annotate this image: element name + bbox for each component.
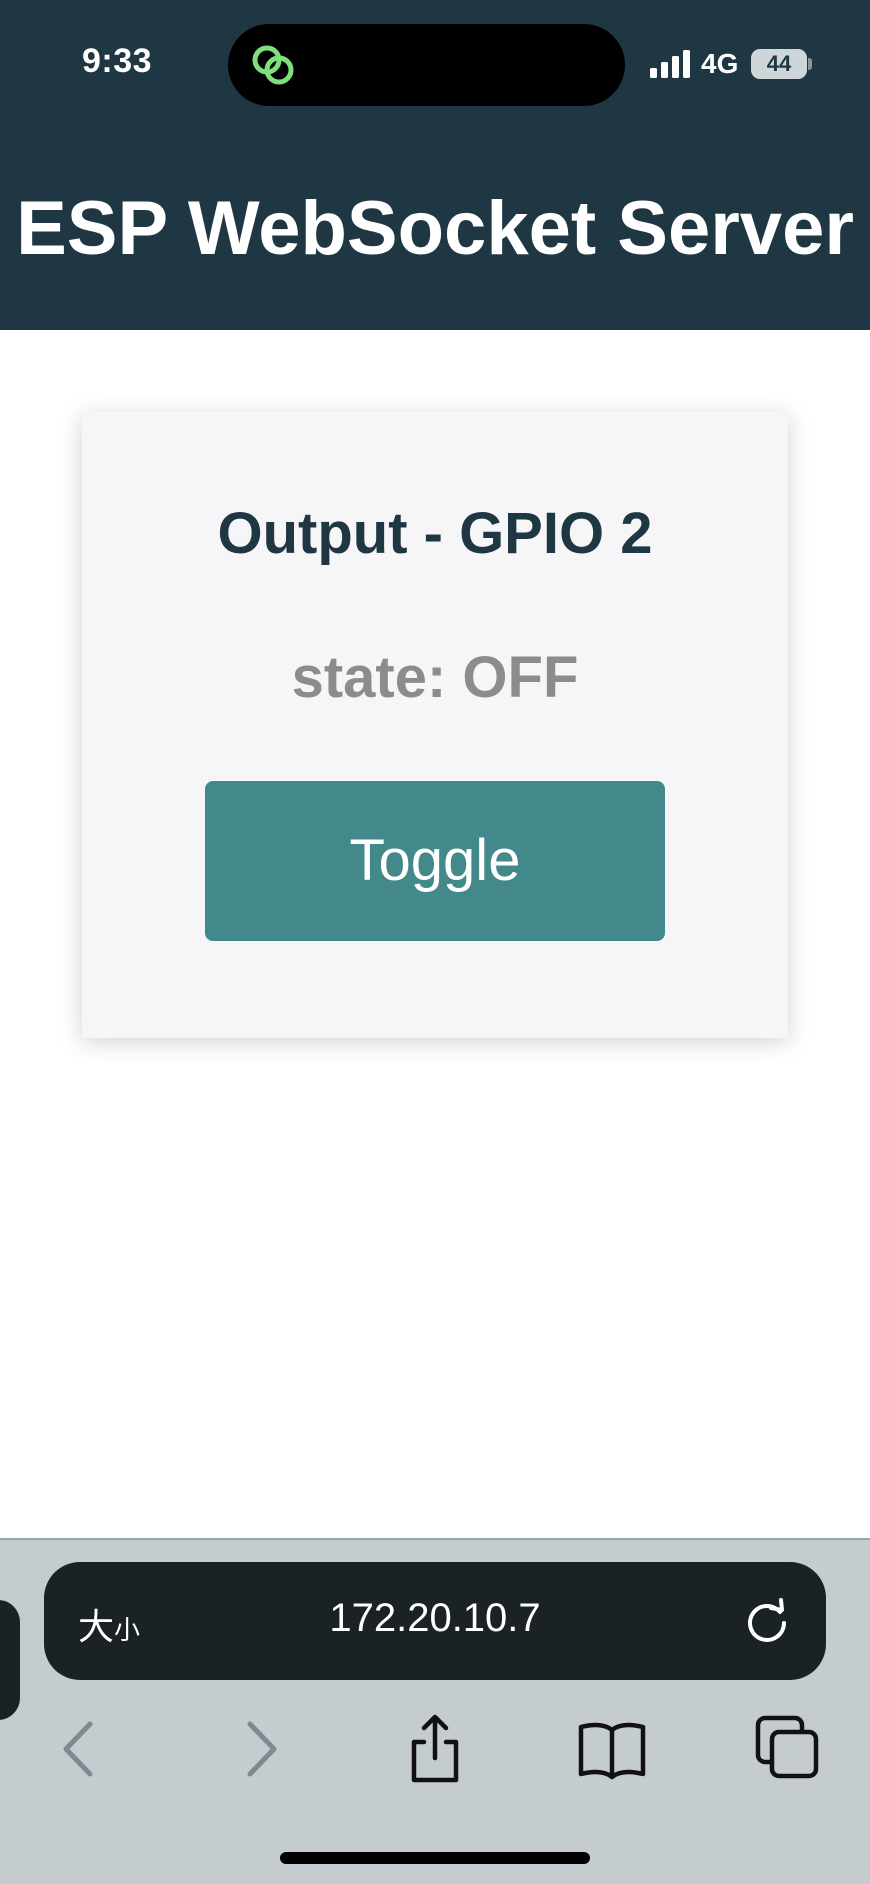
bookmarks-icon[interactable] (577, 1714, 647, 1784)
battery-cap (808, 58, 812, 70)
link-chat-icon (252, 45, 294, 85)
url-text[interactable]: 172.20.10.7 (44, 1596, 826, 1641)
toggle-button[interactable]: Toggle (205, 781, 665, 941)
reload-icon[interactable] (744, 1598, 790, 1644)
output-state: state: OFF (291, 645, 579, 710)
battery-icon: 44 (751, 49, 807, 79)
forward-icon[interactable] (226, 1714, 296, 1784)
previous-tab-edge[interactable] (0, 1600, 20, 1720)
phone-screen: 9:33 4G 44 ESP WebSocket Server Output -… (0, 0, 870, 1884)
tabs-icon[interactable] (752, 1714, 822, 1784)
page-header: 9:33 4G 44 ESP WebSocket Server (0, 0, 870, 330)
back-icon[interactable] (44, 1714, 114, 1784)
card-title: Output - GPIO 2 (217, 501, 653, 566)
dynamic-island (228, 24, 625, 106)
network-type: 4G (701, 48, 739, 79)
cellular-signal-icon (650, 50, 690, 78)
browser-toolbar: 大小 172.20.10.7 (0, 1538, 870, 1884)
share-icon[interactable] (400, 1714, 470, 1784)
page-title: ESP WebSocket Server (16, 186, 854, 271)
output-card: Output - GPIO 2 state: OFF Toggle (82, 412, 788, 1038)
address-bar[interactable]: 大小 172.20.10.7 (44, 1562, 826, 1680)
status-time: 9:33 (82, 42, 153, 80)
home-indicator[interactable] (280, 1852, 590, 1864)
